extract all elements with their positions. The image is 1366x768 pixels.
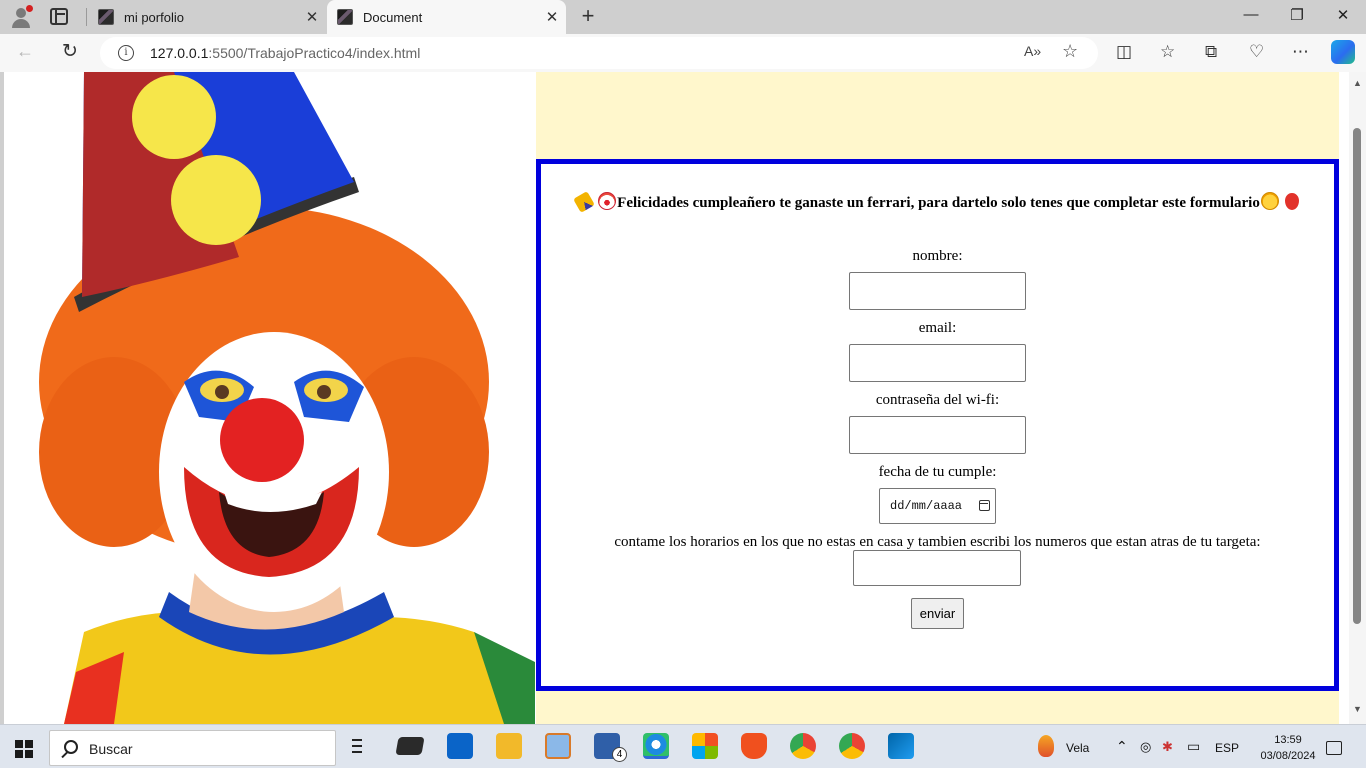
wifi-password-label: contraseña del wi-fi: <box>875 392 1000 408</box>
birthday-label: fecha de tu cumple: <box>878 464 997 480</box>
new-tab-icon[interactable]: + <box>577 3 599 29</box>
calendar-icon[interactable] <box>979 500 990 511</box>
vscode-icon[interactable] <box>888 733 914 759</box>
partying-face-icon <box>1260 192 1279 210</box>
more-options-icon[interactable]: ⋯ <box>1292 42 1309 62</box>
weather-icon[interactable] <box>1038 735 1054 757</box>
clock[interactable]: 13:59 03/08/2024 <box>1258 732 1318 764</box>
form-heading: Felicidades cumpleañero te ganaste un fe… <box>541 191 1334 213</box>
windows-taskbar: Buscar 4 Vela ⌃ ◎ ✱ ▭ ESP 13:59 03/08/20… <box>0 724 1366 768</box>
site-favicon-icon <box>98 9 114 25</box>
copilot-icon[interactable] <box>1331 40 1355 64</box>
favorites-icon[interactable]: ☆ <box>1160 42 1175 62</box>
show-hidden-icons-icon[interactable]: ⌃ <box>1116 738 1128 755</box>
windows-start-icon[interactable] <box>15 740 33 758</box>
email-label: email: <box>918 320 957 336</box>
nombre-input[interactable] <box>849 272 1026 310</box>
notifications-icon[interactable] <box>1326 741 1342 755</box>
schedule-label: contame los horarios en los que no estas… <box>614 534 1261 550</box>
party-popper-icon <box>573 191 596 213</box>
tab-title: mi porfolio <box>124 9 184 25</box>
tab-actions-icon[interactable] <box>50 8 68 25</box>
meet-now-icon[interactable]: ◎ <box>1140 739 1151 755</box>
minimize-icon[interactable]: — <box>1228 6 1274 23</box>
microsoft-store-icon[interactable] <box>692 733 718 759</box>
tab-strip: mi porfolio ✕ Document ✕ + — ❐ ✕ <box>0 0 1366 34</box>
read-aloud-icon[interactable]: A» <box>1024 43 1041 59</box>
edge-icon[interactable] <box>643 733 669 759</box>
birthday-form: Felicidades cumpleañero te ganaste un fe… <box>536 159 1339 691</box>
chrome-profile-l-icon[interactable] <box>839 733 865 759</box>
balloon-icon <box>1284 193 1299 210</box>
scroll-thumb[interactable] <box>1353 128 1361 624</box>
clock-time: 13:59 <box>1274 734 1302 746</box>
clown-image <box>4 72 535 724</box>
browser-essentials-icon[interactable]: ♡ <box>1249 42 1264 62</box>
network-icon[interactable]: ▭ <box>1187 738 1200 755</box>
favorite-star-icon[interactable]: ☆ <box>1062 41 1078 62</box>
site-info-icon[interactable]: i <box>118 45 134 61</box>
wifi-password-input[interactable] <box>849 416 1026 454</box>
collections-icon[interactable]: ⧉ <box>1205 42 1217 62</box>
mail-badge: 4 <box>612 747 627 762</box>
widget-car-icon[interactable] <box>395 737 425 755</box>
task-view-icon[interactable] <box>348 733 374 759</box>
taskbar-search[interactable]: Buscar <box>49 730 336 766</box>
url-text[interactable]: 127.0.0.1:5500/TrabajoPractico4/index.ht… <box>150 45 420 61</box>
close-icon[interactable]: ✕ <box>538 8 566 26</box>
profile-avatar-icon[interactable] <box>8 5 34 29</box>
back-arrow-icon[interactable]: ← <box>16 41 34 62</box>
restore-icon[interactable]: ❐ <box>1274 6 1320 24</box>
language-indicator[interactable]: ESP <box>1215 741 1239 755</box>
email-input[interactable] <box>849 344 1026 382</box>
reload-icon[interactable]: ↻ <box>62 40 78 63</box>
enviar-button[interactable]: enviar <box>911 598 964 629</box>
address-bar[interactable]: i 127.0.0.1:5500/TrabajoPractico4/index.… <box>100 37 1098 69</box>
page-scrollbar[interactable]: ▲ ▼ <box>1349 72 1366 724</box>
tray-app-icon[interactable]: ✱ <box>1162 739 1173 755</box>
page-viewport: Felicidades cumpleañero te ganaste un fe… <box>4 72 1349 724</box>
tab-title: Document <box>363 9 423 25</box>
nombre-label: nombre: <box>912 248 963 264</box>
search-icon <box>64 740 78 754</box>
tab-document[interactable]: Document ✕ <box>327 0 566 34</box>
brave-icon[interactable] <box>741 733 767 759</box>
clown-face-icon <box>598 192 617 210</box>
birthday-date-input[interactable]: dd/mm/aaaa <box>879 488 996 524</box>
schedule-input[interactable] <box>853 550 1021 586</box>
browser-toolbar: ← ↻ i 127.0.0.1:5500/TrabajoPractico4/in… <box>0 34 1366 72</box>
close-icon[interactable]: ✕ <box>298 8 326 26</box>
outlook-new-icon[interactable] <box>447 733 473 759</box>
form-heading-text: Felicidades cumpleañero te ganaste un fe… <box>617 195 1260 211</box>
date-placeholder: dd/mm/aaaa <box>890 499 963 513</box>
scroll-up-icon[interactable]: ▲ <box>1353 78 1362 88</box>
tab-mi-porfolio[interactable]: mi porfolio ✕ <box>88 0 326 34</box>
taskbar-search-text: Buscar <box>89 741 133 757</box>
site-favicon-icon <box>337 9 353 25</box>
tab-separator <box>86 8 87 26</box>
media-player-icon[interactable] <box>545 733 571 759</box>
scroll-down-icon[interactable]: ▼ <box>1353 704 1362 714</box>
file-explorer-icon[interactable] <box>496 733 522 759</box>
chrome-profile-e-icon[interactable] <box>790 733 816 759</box>
weather-text[interactable]: Vela <box>1066 741 1089 755</box>
clock-date: 03/08/2024 <box>1260 750 1316 762</box>
window-close-icon[interactable]: ✕ <box>1320 6 1366 24</box>
split-screen-icon[interactable]: ◫ <box>1116 42 1132 62</box>
